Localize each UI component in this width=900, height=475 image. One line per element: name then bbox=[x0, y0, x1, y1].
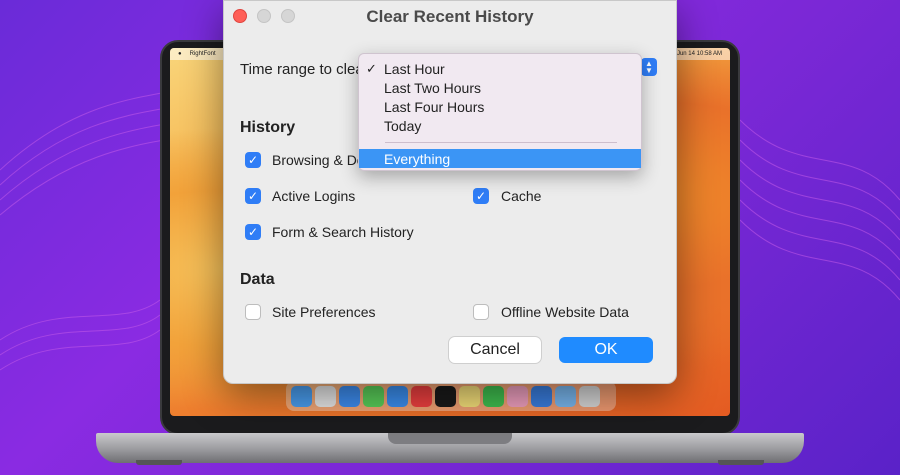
mail-icon[interactable] bbox=[387, 385, 408, 407]
menu-item-label: Everything bbox=[384, 151, 451, 167]
menu-item-label: Last Two Hours bbox=[384, 80, 482, 96]
photos-icon[interactable] bbox=[507, 385, 528, 407]
time-range-menu: ✓ Last Hour Last Two Hours Last Four Hou… bbox=[358, 53, 642, 171]
cache-checkbox[interactable]: ✓ bbox=[473, 188, 489, 204]
safari-icon[interactable] bbox=[339, 385, 360, 407]
news-icon[interactable] bbox=[411, 385, 432, 407]
facetime-icon[interactable] bbox=[483, 385, 504, 407]
form-search-history-label: Form & Search History bbox=[272, 224, 414, 240]
laptop-notch bbox=[388, 433, 512, 444]
menu-app-name: RightFont bbox=[189, 51, 216, 57]
menu-item-label: Last Four Hours bbox=[384, 99, 485, 115]
ok-button[interactable]: OK bbox=[559, 337, 653, 363]
finder-icon[interactable] bbox=[291, 385, 312, 407]
chevron-down-icon: ▼ bbox=[645, 66, 653, 75]
site-preferences-checkbox[interactable] bbox=[245, 304, 261, 320]
offline-website-data-checkbox[interactable] bbox=[473, 304, 489, 320]
browsing-history-checkbox[interactable]: ✓ bbox=[245, 152, 261, 168]
dialog-title: Clear Recent History bbox=[366, 7, 534, 26]
downloads-icon[interactable] bbox=[555, 385, 576, 407]
active-logins-label: Active Logins bbox=[272, 188, 356, 204]
form-search-history-checkbox[interactable]: ✓ bbox=[245, 224, 261, 240]
checkmark-icon: ✓ bbox=[366, 61, 377, 76]
menu-separator bbox=[385, 142, 617, 143]
time-range-select[interactable]: ▲ ▼ bbox=[641, 58, 657, 76]
menu-item-today[interactable]: Today bbox=[359, 116, 641, 135]
menu-item-last-two-hours[interactable]: Last Two Hours bbox=[359, 78, 641, 97]
rightfont-icon[interactable] bbox=[435, 385, 456, 407]
launchpad-icon[interactable] bbox=[315, 385, 336, 407]
apple-icon: ● bbox=[178, 51, 182, 57]
title-bar: Clear Recent History bbox=[224, 1, 676, 33]
time-range-label: Time range to clear: bbox=[240, 61, 373, 78]
keynote-icon[interactable] bbox=[531, 385, 552, 407]
site-preferences-label: Site Preferences bbox=[272, 304, 376, 320]
data-heading: Data bbox=[240, 271, 275, 288]
laptop-foot-left bbox=[136, 460, 182, 465]
notes-icon[interactable] bbox=[459, 385, 480, 407]
menu-item-everything[interactable]: Everything bbox=[359, 149, 641, 168]
messages-icon[interactable] bbox=[363, 385, 384, 407]
active-logins-checkbox[interactable]: ✓ bbox=[245, 188, 261, 204]
laptop-foot-right bbox=[718, 460, 764, 465]
dock bbox=[286, 381, 616, 411]
offline-website-data-label: Offline Website Data bbox=[501, 304, 629, 320]
menu-item-last-four-hours[interactable]: Last Four Hours bbox=[359, 97, 641, 116]
menu-item-label: Last Hour bbox=[384, 61, 445, 77]
menu-item-last-hour[interactable]: ✓ Last Hour bbox=[359, 59, 641, 78]
cache-label: Cache bbox=[501, 188, 542, 204]
history-heading: History bbox=[240, 119, 296, 136]
menu-item-label: Today bbox=[384, 118, 422, 134]
trash-icon[interactable] bbox=[579, 385, 600, 407]
cancel-button[interactable]: Cancel bbox=[449, 337, 541, 363]
